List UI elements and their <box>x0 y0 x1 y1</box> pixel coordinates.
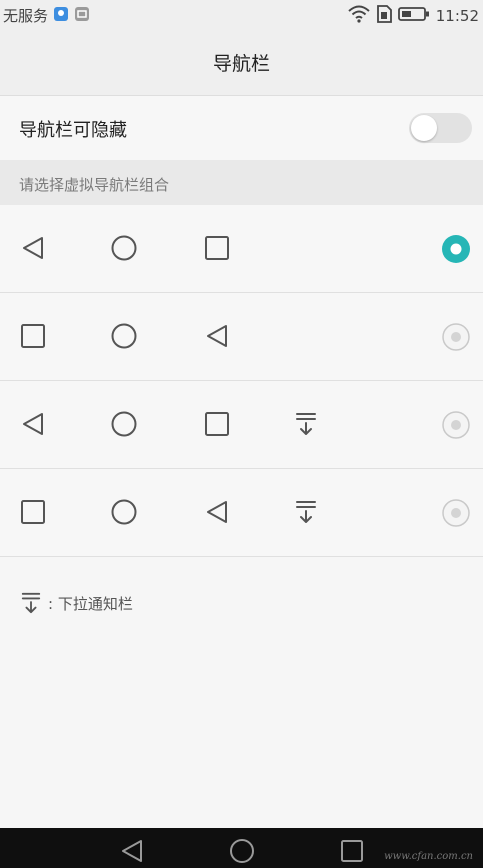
toggle-knob <box>411 115 437 141</box>
radio-unselected-icon[interactable] <box>441 322 471 352</box>
home-icon <box>111 411 137 437</box>
status-bar: 无服务 11:52 <box>0 0 483 30</box>
back-icon <box>207 325 227 347</box>
pull-down-notification-icon <box>296 501 316 523</box>
watermark: www.cfan.com.cn <box>384 851 473 862</box>
pull-down-notification-icon <box>296 413 316 435</box>
carrier-text: 无服务 <box>3 7 49 25</box>
home-icon <box>111 323 137 349</box>
section-header: 请选择虚拟导航栏组合 <box>0 160 483 205</box>
hide-navbar-toggle[interactable] <box>409 113 472 143</box>
navbar-option-1[interactable] <box>0 205 483 293</box>
recent-apps-icon <box>21 324 45 348</box>
home-icon <box>111 499 137 525</box>
recent-apps-icon <box>205 412 229 436</box>
recent-apps-icon <box>205 236 229 260</box>
home-icon <box>111 235 137 261</box>
clock: 11:52 <box>435 7 479 25</box>
navbar-option-4[interactable] <box>0 469 483 557</box>
navbar-option-2[interactable] <box>0 293 483 381</box>
radio-unselected-icon[interactable] <box>441 410 471 440</box>
recent-apps-icon <box>21 500 45 524</box>
notification-image-icon <box>74 6 90 26</box>
wifi-icon <box>348 5 370 27</box>
radio-unselected-icon[interactable] <box>441 498 471 528</box>
back-icon <box>207 501 227 523</box>
app-bar: 导航栏 <box>0 30 483 96</box>
system-navigation-bar <box>0 828 483 868</box>
back-icon[interactable] <box>119 838 145 864</box>
hide-navbar-label: 导航栏可隐藏 <box>19 120 127 141</box>
section-header-text: 请选择虚拟导航栏组合 <box>19 176 170 194</box>
recent-apps-icon[interactable] <box>339 838 365 864</box>
legend-text: : 下拉通知栏 <box>48 594 133 613</box>
sim-icon <box>376 4 392 28</box>
navbar-option-3[interactable] <box>0 381 483 469</box>
page-title: 导航栏 <box>212 53 270 75</box>
radio-selected-icon[interactable] <box>441 234 471 264</box>
back-icon <box>23 237 43 259</box>
home-icon[interactable] <box>229 838 255 864</box>
legend: : 下拉通知栏 <box>20 591 133 615</box>
notification-app-icon <box>53 6 69 26</box>
battery-icon <box>397 6 430 26</box>
pull-down-notification-icon <box>21 592 41 614</box>
back-icon <box>23 413 43 435</box>
